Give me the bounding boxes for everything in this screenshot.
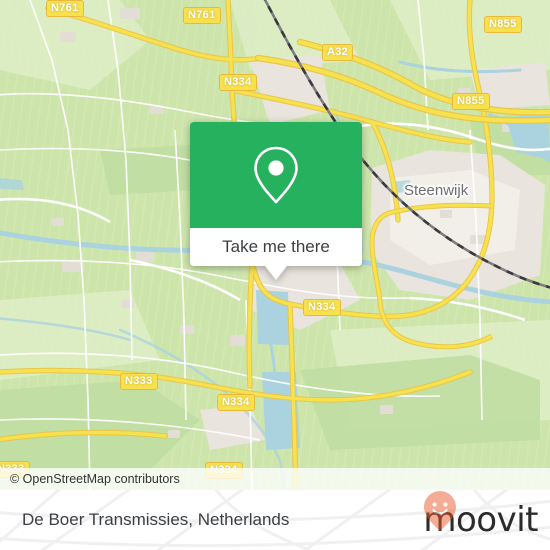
take-me-there-label: Take me there [222, 237, 330, 256]
location-callout-card[interactable]: Take me there [190, 122, 362, 280]
moovit-brand[interactable]: moovit [423, 490, 538, 550]
moovit-pin-icon [424, 491, 457, 531]
road-shield: N855 [484, 16, 522, 33]
take-me-there-button[interactable]: Take me there [190, 228, 362, 266]
page-title: De Boer Transmissies, Netherlands [22, 510, 290, 529]
screenshot-root: N761 N761 A32 N334 N855 N855 N334 N333 N… [0, 0, 550, 550]
road-shield: N334 [303, 299, 341, 316]
road-shield: N855 [452, 93, 490, 110]
road-shield: N761 [46, 0, 84, 17]
footer-bar: De Boer Transmissies, Netherlands moovit [0, 490, 550, 550]
map-attribution[interactable]: © OpenStreetMap contributors [0, 468, 550, 490]
road-shield: N334 [219, 74, 257, 91]
road-shield: N334 [217, 394, 255, 411]
road-shield: N333 [120, 373, 158, 390]
location-pin-icon [254, 146, 298, 204]
road-shield: N761 [183, 7, 221, 24]
map-place-label-steenwijk: Steenwijk [404, 182, 469, 199]
callout-pointer [265, 266, 287, 280]
callout-icon-panel [190, 122, 362, 228]
road-shield: A32 [322, 44, 354, 61]
